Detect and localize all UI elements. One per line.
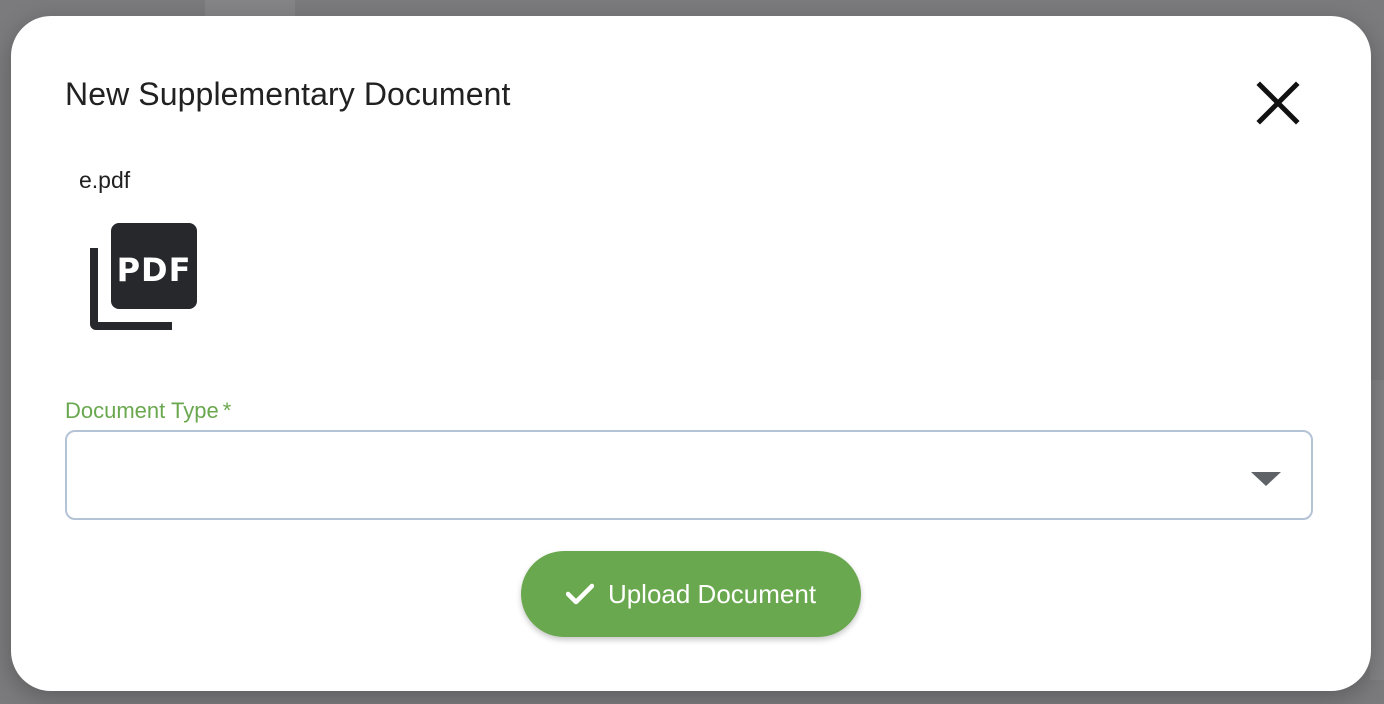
required-marker: * (222, 398, 232, 423)
check-icon (565, 583, 594, 605)
background-page-hint (1370, 380, 1384, 680)
pdf-file-icon: PDF (90, 223, 197, 330)
close-button[interactable] (1247, 72, 1309, 134)
dialog-title: New Supplementary Document (65, 76, 511, 112)
file-name: e.pdf (79, 167, 131, 193)
new-supplementary-document-dialog: New Supplementary Document e.pdf PDF Doc… (11, 16, 1371, 691)
background-page-hint (205, 0, 295, 16)
close-icon (1256, 81, 1300, 125)
document-type-label-text: Document Type (65, 398, 219, 423)
pdf-icon-text: PDF (117, 251, 192, 289)
document-type-label: Document Type * (65, 398, 231, 424)
chevron-down-icon (1251, 472, 1281, 486)
document-type-select[interactable] (65, 430, 1313, 520)
upload-document-button[interactable]: Upload Document (521, 551, 861, 637)
upload-document-label: Upload Document (607, 578, 817, 609)
